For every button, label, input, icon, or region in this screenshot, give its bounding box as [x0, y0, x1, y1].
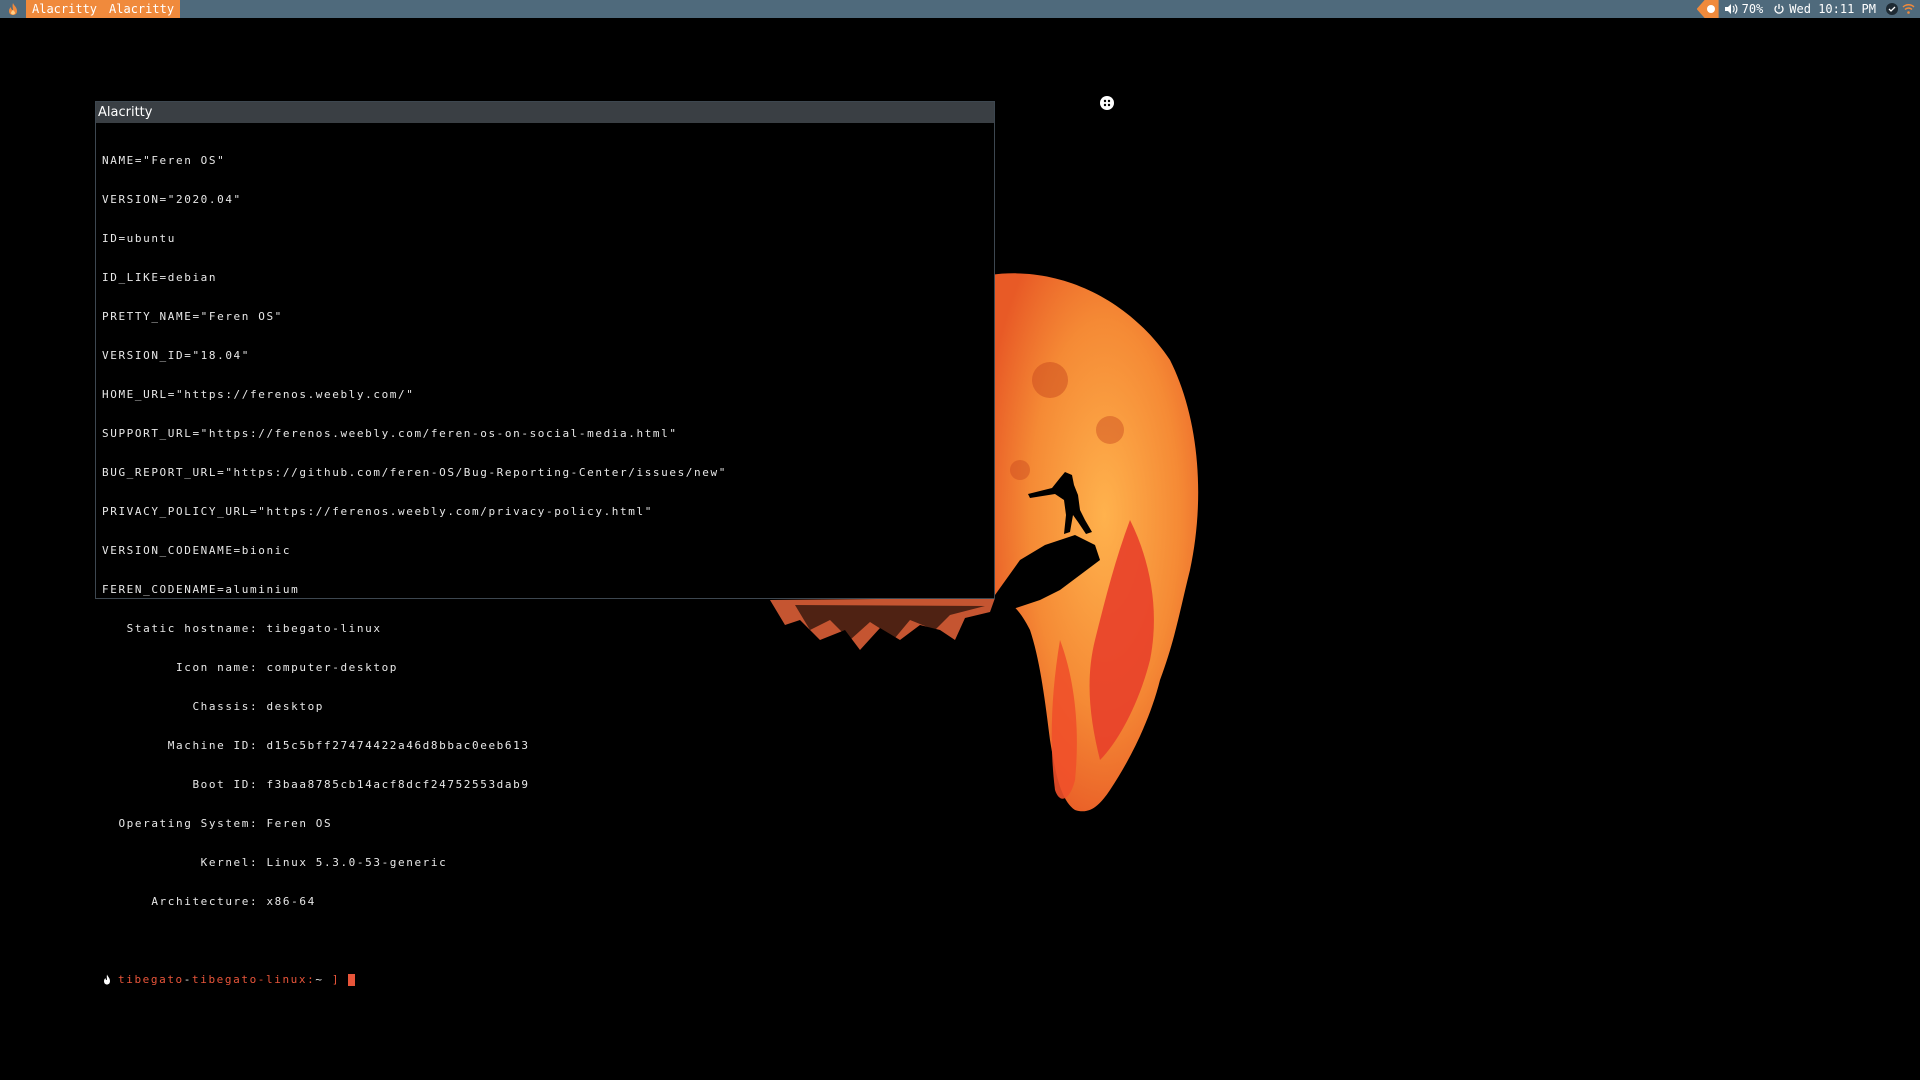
hostnamectl-line: Static hostname: tibegato-linux — [102, 622, 382, 635]
prompt-host: tibegato-linux: — [192, 973, 316, 986]
mouse-pointer-icon — [1100, 96, 1114, 110]
workspace-tab-2[interactable]: Alacritty — [103, 0, 181, 18]
prompt-user: tibegato — [118, 973, 184, 986]
workspace-tab-1[interactable]: Alacritty — [26, 0, 104, 18]
os-release-line: ID=ubuntu — [102, 232, 177, 245]
terminal-window[interactable]: Alacritty NAME="Feren OS" VERSION="2020.… — [95, 101, 995, 986]
os-release-line: ID_LIKE=debian — [102, 271, 218, 284]
clock[interactable]: Wed 10:11 PM — [1768, 0, 1881, 18]
hostnamectl-line: Machine ID: d15c5bff27474422a46d8bbac0ee… — [102, 739, 530, 752]
record-indicator[interactable] — [1696, 0, 1719, 18]
tray — [1881, 3, 1920, 15]
hostnamectl-line: Chassis: desktop — [102, 700, 325, 713]
hostnamectl-line: Architecture: x86-64 — [102, 895, 316, 908]
hostnamectl-line: Operating System: Feren OS — [102, 817, 333, 830]
os-release-line: HOME_URL="https://ferenos.weebly.com/" — [102, 388, 415, 401]
volume-level: 70% — [1741, 2, 1764, 16]
hostnamectl-line: Boot ID: f3baa8785cb14acf8dcf24752553dab… — [102, 778, 530, 791]
os-release-line: PRETTY_NAME="Feren OS" — [102, 310, 283, 323]
os-release-line: PRIVACY_POLICY_URL="https://ferenos.weeb… — [102, 505, 653, 518]
speaker-icon — [1724, 4, 1738, 14]
power-icon — [1774, 4, 1784, 14]
shell-prompt[interactable]: tibegato - tibegato-linux: ~ ] — [102, 973, 988, 986]
os-release-line: VERSION_ID="18.04" — [102, 349, 251, 362]
os-release-line: SUPPORT_URL="https://ferenos.weebly.com/… — [102, 427, 678, 440]
panel-right: 70% Wed 10:11 PM — [1696, 0, 1920, 18]
update-check-icon[interactable] — [1886, 3, 1898, 15]
prompt-bracket: ] — [331, 973, 341, 986]
datetime-label: Wed 10:11 PM — [1789, 2, 1876, 16]
prompt-separator: - — [183, 973, 193, 986]
os-release-line: VERSION="2020.04" — [102, 193, 242, 206]
flame-icon[interactable] — [0, 0, 26, 18]
top-panel: Alacritty Alacritty 70% Wed 10:11 PM — [0, 0, 1920, 18]
terminal-output[interactable]: NAME="Feren OS" VERSION="2020.04" ID=ubu… — [96, 123, 994, 1017]
wifi-icon[interactable] — [1902, 3, 1915, 15]
record-dot-icon — [1706, 5, 1715, 13]
panel-left: Alacritty Alacritty — [0, 0, 181, 18]
window-title[interactable]: Alacritty — [96, 102, 994, 123]
text-cursor — [348, 973, 356, 986]
volume-indicator[interactable]: 70% — [1719, 0, 1769, 18]
hostnamectl-line: Kernel: Linux 5.3.0-53-generic — [102, 856, 448, 869]
os-release-line: VERSION_CODENAME=bionic — [102, 544, 292, 557]
os-release-line: NAME="Feren OS" — [102, 154, 226, 167]
desktop: Alacritty Alacritty 70% Wed 10:11 PM Ala… — [0, 0, 1920, 1080]
prompt-path: ~ — [315, 973, 324, 986]
os-release-line: FEREN_CODENAME=aluminium — [102, 583, 300, 596]
os-release-line: BUG_REPORT_URL="https://github.com/feren… — [102, 466, 727, 479]
flame-icon — [104, 974, 110, 985]
hostnamectl-line: Icon name: computer-desktop — [102, 661, 399, 674]
